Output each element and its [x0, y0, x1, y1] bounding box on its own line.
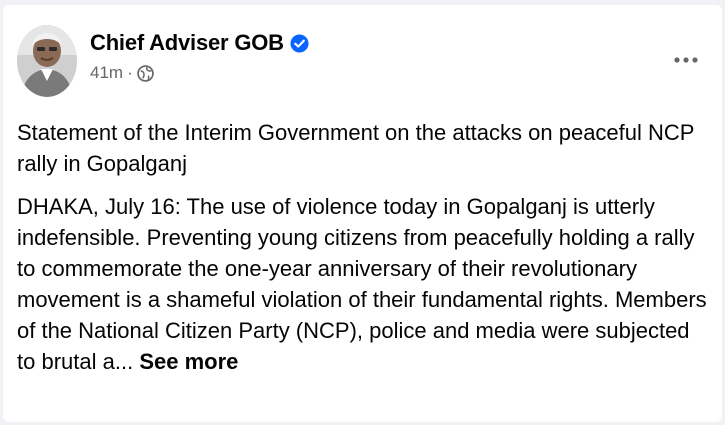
author-name[interactable]: Chief Adviser GOB — [90, 30, 284, 56]
post-text: DHAKA, July 16: The use of violence toda… — [17, 191, 712, 377]
post-header: Chief Adviser GOB 41m · — [17, 25, 708, 101]
globe-icon[interactable] — [136, 64, 154, 82]
author-line: Chief Adviser GOB — [90, 29, 309, 57]
more-options-button[interactable] — [670, 50, 702, 70]
post-meta: 41m · — [90, 63, 309, 83]
author-block: Chief Adviser GOB 41m · — [90, 29, 309, 83]
avatar-image — [17, 25, 77, 97]
avatar[interactable] — [17, 25, 77, 97]
verified-badge-icon — [290, 33, 309, 53]
post-card: Chief Adviser GOB 41m · Statement of the… — [3, 5, 722, 422]
post-title: Statement of the Interim Government on t… — [17, 120, 695, 176]
post-body: Statement of the Interim Government on t… — [17, 117, 712, 377]
see-more-link[interactable]: See more — [139, 349, 238, 374]
meta-separator: · — [127, 63, 133, 82]
post-body-text: DHAKA, July 16: The use of violence toda… — [17, 194, 707, 374]
more-options-icon — [674, 57, 698, 63]
post-time[interactable]: 41m — [90, 63, 123, 83]
